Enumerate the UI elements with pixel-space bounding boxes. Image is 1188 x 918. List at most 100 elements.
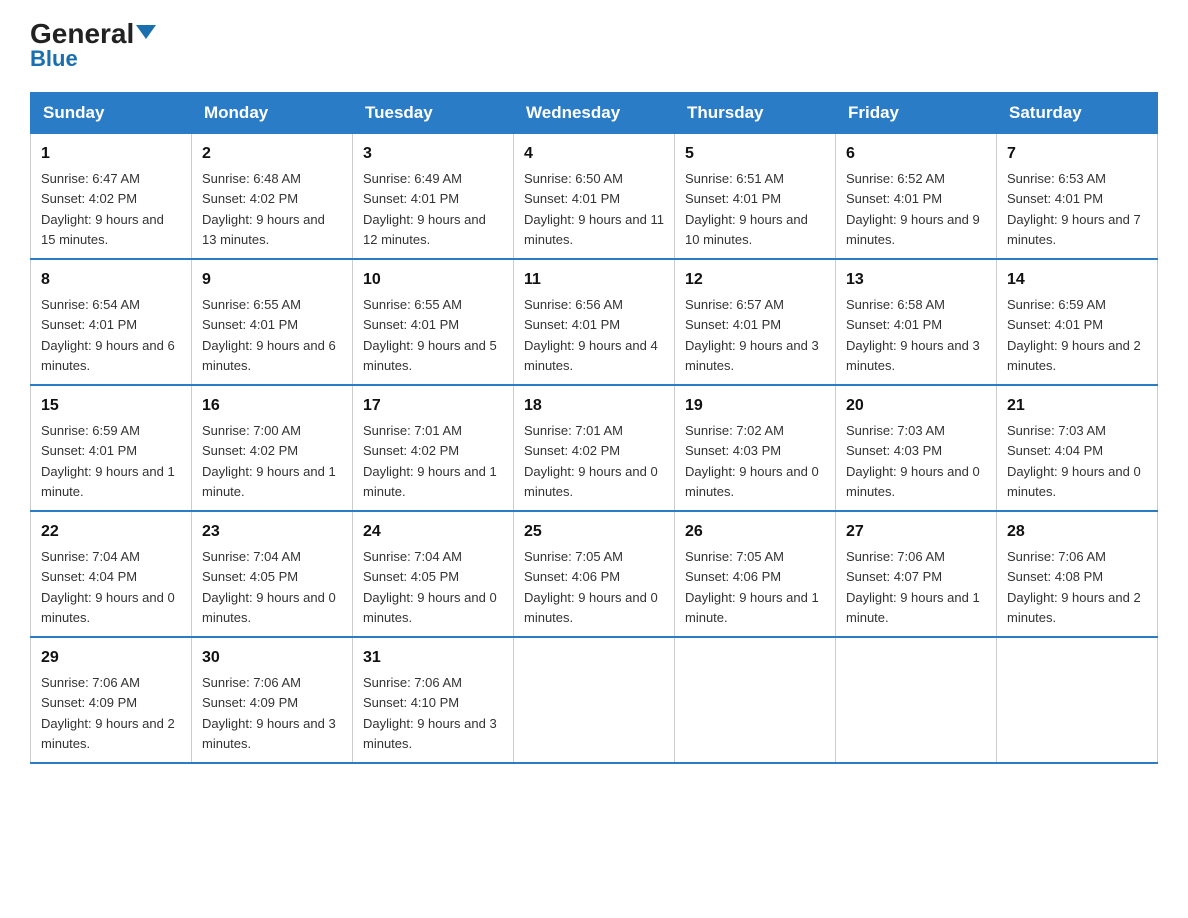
calendar-cell: 29 Sunrise: 7:06 AMSunset: 4:09 PMDaylig… — [31, 637, 192, 763]
calendar-cell: 31 Sunrise: 7:06 AMSunset: 4:10 PMDaylig… — [353, 637, 514, 763]
calendar-cell: 30 Sunrise: 7:06 AMSunset: 4:09 PMDaylig… — [192, 637, 353, 763]
day-number: 9 — [202, 268, 342, 292]
day-number: 12 — [685, 268, 825, 292]
day-info: Sunrise: 7:06 AMSunset: 4:09 PMDaylight:… — [41, 675, 175, 751]
day-number: 23 — [202, 520, 342, 544]
day-info: Sunrise: 7:04 AMSunset: 4:05 PMDaylight:… — [202, 549, 336, 625]
day-info: Sunrise: 7:01 AMSunset: 4:02 PMDaylight:… — [363, 423, 497, 499]
day-info: Sunrise: 7:03 AMSunset: 4:03 PMDaylight:… — [846, 423, 980, 499]
day-info: Sunrise: 6:56 AMSunset: 4:01 PMDaylight:… — [524, 297, 658, 373]
day-info: Sunrise: 6:54 AMSunset: 4:01 PMDaylight:… — [41, 297, 175, 373]
header-saturday: Saturday — [997, 93, 1158, 134]
calendar-cell: 10 Sunrise: 6:55 AMSunset: 4:01 PMDaylig… — [353, 259, 514, 385]
header-monday: Monday — [192, 93, 353, 134]
day-info: Sunrise: 7:01 AMSunset: 4:02 PMDaylight:… — [524, 423, 658, 499]
header-sunday: Sunday — [31, 93, 192, 134]
logo-general: General — [30, 20, 156, 48]
day-number: 19 — [685, 394, 825, 418]
day-number: 16 — [202, 394, 342, 418]
day-info: Sunrise: 7:00 AMSunset: 4:02 PMDaylight:… — [202, 423, 336, 499]
day-info: Sunrise: 7:06 AMSunset: 4:10 PMDaylight:… — [363, 675, 497, 751]
day-number: 17 — [363, 394, 503, 418]
calendar-table: SundayMondayTuesdayWednesdayThursdayFrid… — [30, 92, 1158, 764]
day-number: 5 — [685, 142, 825, 166]
day-number: 7 — [1007, 142, 1147, 166]
calendar-cell: 2 Sunrise: 6:48 AMSunset: 4:02 PMDayligh… — [192, 134, 353, 260]
day-info: Sunrise: 7:04 AMSunset: 4:04 PMDaylight:… — [41, 549, 175, 625]
calendar-cell: 22 Sunrise: 7:04 AMSunset: 4:04 PMDaylig… — [31, 511, 192, 637]
day-info: Sunrise: 7:05 AMSunset: 4:06 PMDaylight:… — [524, 549, 658, 625]
page-header: General Blue — [30, 20, 1158, 72]
day-info: Sunrise: 6:59 AMSunset: 4:01 PMDaylight:… — [41, 423, 175, 499]
calendar-cell: 16 Sunrise: 7:00 AMSunset: 4:02 PMDaylig… — [192, 385, 353, 511]
calendar-cell: 17 Sunrise: 7:01 AMSunset: 4:02 PMDaylig… — [353, 385, 514, 511]
calendar-cell: 26 Sunrise: 7:05 AMSunset: 4:06 PMDaylig… — [675, 511, 836, 637]
day-number: 3 — [363, 142, 503, 166]
day-info: Sunrise: 6:58 AMSunset: 4:01 PMDaylight:… — [846, 297, 980, 373]
day-number: 22 — [41, 520, 181, 544]
calendar-cell: 15 Sunrise: 6:59 AMSunset: 4:01 PMDaylig… — [31, 385, 192, 511]
calendar-cell: 27 Sunrise: 7:06 AMSunset: 4:07 PMDaylig… — [836, 511, 997, 637]
day-info: Sunrise: 6:55 AMSunset: 4:01 PMDaylight:… — [202, 297, 336, 373]
day-info: Sunrise: 6:47 AMSunset: 4:02 PMDaylight:… — [41, 171, 164, 247]
day-number: 30 — [202, 646, 342, 670]
day-info: Sunrise: 6:55 AMSunset: 4:01 PMDaylight:… — [363, 297, 497, 373]
logo-blue: Blue — [30, 46, 78, 72]
calendar-cell: 14 Sunrise: 6:59 AMSunset: 4:01 PMDaylig… — [997, 259, 1158, 385]
calendar-cell — [836, 637, 997, 763]
calendar-cell: 24 Sunrise: 7:04 AMSunset: 4:05 PMDaylig… — [353, 511, 514, 637]
day-number: 31 — [363, 646, 503, 670]
calendar-cell — [514, 637, 675, 763]
header-friday: Friday — [836, 93, 997, 134]
calendar-week-2: 8 Sunrise: 6:54 AMSunset: 4:01 PMDayligh… — [31, 259, 1158, 385]
day-info: Sunrise: 7:06 AMSunset: 4:08 PMDaylight:… — [1007, 549, 1141, 625]
day-number: 10 — [363, 268, 503, 292]
calendar-week-5: 29 Sunrise: 7:06 AMSunset: 4:09 PMDaylig… — [31, 637, 1158, 763]
day-number: 1 — [41, 142, 181, 166]
day-number: 21 — [1007, 394, 1147, 418]
calendar-week-1: 1 Sunrise: 6:47 AMSunset: 4:02 PMDayligh… — [31, 134, 1158, 260]
day-info: Sunrise: 6:49 AMSunset: 4:01 PMDaylight:… — [363, 171, 486, 247]
calendar-week-4: 22 Sunrise: 7:04 AMSunset: 4:04 PMDaylig… — [31, 511, 1158, 637]
logo: General Blue — [30, 20, 156, 72]
day-info: Sunrise: 6:52 AMSunset: 4:01 PMDaylight:… — [846, 171, 980, 247]
day-number: 24 — [363, 520, 503, 544]
calendar-cell: 23 Sunrise: 7:04 AMSunset: 4:05 PMDaylig… — [192, 511, 353, 637]
day-number: 2 — [202, 142, 342, 166]
calendar-cell: 4 Sunrise: 6:50 AMSunset: 4:01 PMDayligh… — [514, 134, 675, 260]
day-number: 14 — [1007, 268, 1147, 292]
day-info: Sunrise: 7:02 AMSunset: 4:03 PMDaylight:… — [685, 423, 819, 499]
calendar-cell: 9 Sunrise: 6:55 AMSunset: 4:01 PMDayligh… — [192, 259, 353, 385]
day-info: Sunrise: 6:51 AMSunset: 4:01 PMDaylight:… — [685, 171, 808, 247]
day-number: 27 — [846, 520, 986, 544]
day-number: 6 — [846, 142, 986, 166]
calendar-cell: 20 Sunrise: 7:03 AMSunset: 4:03 PMDaylig… — [836, 385, 997, 511]
calendar-cell: 3 Sunrise: 6:49 AMSunset: 4:01 PMDayligh… — [353, 134, 514, 260]
header-tuesday: Tuesday — [353, 93, 514, 134]
day-info: Sunrise: 6:50 AMSunset: 4:01 PMDaylight:… — [524, 171, 664, 247]
calendar-cell: 19 Sunrise: 7:02 AMSunset: 4:03 PMDaylig… — [675, 385, 836, 511]
calendar-cell: 1 Sunrise: 6:47 AMSunset: 4:02 PMDayligh… — [31, 134, 192, 260]
day-info: Sunrise: 7:04 AMSunset: 4:05 PMDaylight:… — [363, 549, 497, 625]
day-info: Sunrise: 6:59 AMSunset: 4:01 PMDaylight:… — [1007, 297, 1141, 373]
calendar-cell: 25 Sunrise: 7:05 AMSunset: 4:06 PMDaylig… — [514, 511, 675, 637]
day-number: 4 — [524, 142, 664, 166]
day-number: 13 — [846, 268, 986, 292]
calendar-cell: 6 Sunrise: 6:52 AMSunset: 4:01 PMDayligh… — [836, 134, 997, 260]
calendar-cell — [675, 637, 836, 763]
day-number: 29 — [41, 646, 181, 670]
calendar-cell: 11 Sunrise: 6:56 AMSunset: 4:01 PMDaylig… — [514, 259, 675, 385]
day-number: 15 — [41, 394, 181, 418]
day-info: Sunrise: 7:05 AMSunset: 4:06 PMDaylight:… — [685, 549, 819, 625]
day-number: 8 — [41, 268, 181, 292]
day-number: 26 — [685, 520, 825, 544]
calendar-cell: 18 Sunrise: 7:01 AMSunset: 4:02 PMDaylig… — [514, 385, 675, 511]
calendar-header-row: SundayMondayTuesdayWednesdayThursdayFrid… — [31, 93, 1158, 134]
calendar-cell: 21 Sunrise: 7:03 AMSunset: 4:04 PMDaylig… — [997, 385, 1158, 511]
day-info: Sunrise: 7:03 AMSunset: 4:04 PMDaylight:… — [1007, 423, 1141, 499]
calendar-cell: 12 Sunrise: 6:57 AMSunset: 4:01 PMDaylig… — [675, 259, 836, 385]
calendar-cell: 28 Sunrise: 7:06 AMSunset: 4:08 PMDaylig… — [997, 511, 1158, 637]
calendar-cell: 7 Sunrise: 6:53 AMSunset: 4:01 PMDayligh… — [997, 134, 1158, 260]
day-number: 18 — [524, 394, 664, 418]
day-info: Sunrise: 6:57 AMSunset: 4:01 PMDaylight:… — [685, 297, 819, 373]
